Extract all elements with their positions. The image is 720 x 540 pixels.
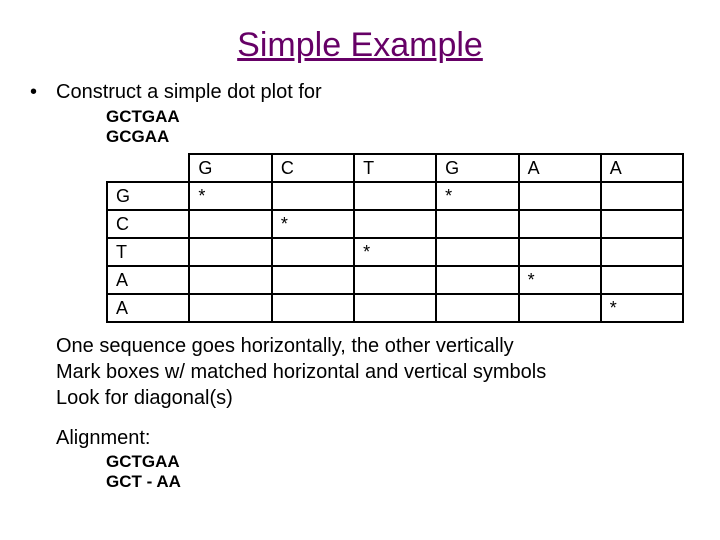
cell: [272, 238, 354, 266]
row-header: G: [107, 182, 189, 210]
cell: *: [436, 182, 518, 210]
col-header: T: [354, 154, 436, 182]
corner-cell: [107, 154, 189, 182]
col-header: A: [601, 154, 683, 182]
col-header: C: [272, 154, 354, 182]
explanation-line: Look for diagonal(s): [56, 385, 684, 411]
cell: [436, 294, 518, 322]
table-row: A *: [107, 266, 683, 294]
cell: [272, 294, 354, 322]
cell: [354, 182, 436, 210]
explanation-block: One sequence goes horizontally, the othe…: [56, 333, 684, 411]
cell: [189, 266, 271, 294]
col-header: G: [436, 154, 518, 182]
cell: [519, 182, 601, 210]
page-title: Simple Example: [36, 26, 684, 65]
row-header: C: [107, 210, 189, 238]
cell: *: [189, 182, 271, 210]
cell: [189, 210, 271, 238]
slide: Simple Example • Construct a simple dot …: [0, 0, 720, 492]
cell: [519, 238, 601, 266]
col-header: A: [519, 154, 601, 182]
table-header-row: G C T G A A: [107, 154, 683, 182]
sequence-1: GCTGAA: [106, 107, 684, 127]
cell: *: [519, 266, 601, 294]
alignment-block: GCTGAA GCT - AA: [106, 452, 684, 492]
explanation-line: Mark boxes w/ matched horizontal and ver…: [56, 359, 684, 385]
cell: [436, 210, 518, 238]
table-row: G * *: [107, 182, 683, 210]
cell: [189, 294, 271, 322]
alignment-line-1: GCTGAA: [106, 452, 684, 472]
cell: [354, 210, 436, 238]
sequence-2: GCGAA: [106, 127, 684, 147]
cell: [519, 210, 601, 238]
cell: *: [601, 294, 683, 322]
cell: [519, 294, 601, 322]
cell: [189, 238, 271, 266]
row-header: T: [107, 238, 189, 266]
cell: [601, 210, 683, 238]
row-header: A: [107, 294, 189, 322]
bullet-item: • Construct a simple dot plot for: [30, 79, 684, 105]
table-row: C *: [107, 210, 683, 238]
alignment-line-2: GCT - AA: [106, 472, 684, 492]
row-header: A: [107, 266, 189, 294]
cell: [354, 294, 436, 322]
alignment-label: Alignment:: [56, 427, 684, 450]
cell: *: [354, 238, 436, 266]
table-row: T *: [107, 238, 683, 266]
dot-plot-table: G C T G A A G * * C *: [106, 153, 684, 323]
input-sequences: GCTGAA GCGAA: [106, 107, 684, 147]
explanation-line: One sequence goes horizontally, the othe…: [56, 333, 684, 359]
cell: [354, 266, 436, 294]
bullet-text: Construct a simple dot plot for: [56, 79, 322, 105]
bullet-marker: •: [30, 79, 56, 105]
cell: [272, 266, 354, 294]
cell: *: [272, 210, 354, 238]
col-header: G: [189, 154, 271, 182]
cell: [601, 182, 683, 210]
cell: [272, 182, 354, 210]
cell: [601, 266, 683, 294]
table-row: A *: [107, 294, 683, 322]
cell: [436, 266, 518, 294]
dot-plot-table-wrap: G C T G A A G * * C *: [106, 153, 684, 323]
cell: [601, 238, 683, 266]
cell: [436, 238, 518, 266]
